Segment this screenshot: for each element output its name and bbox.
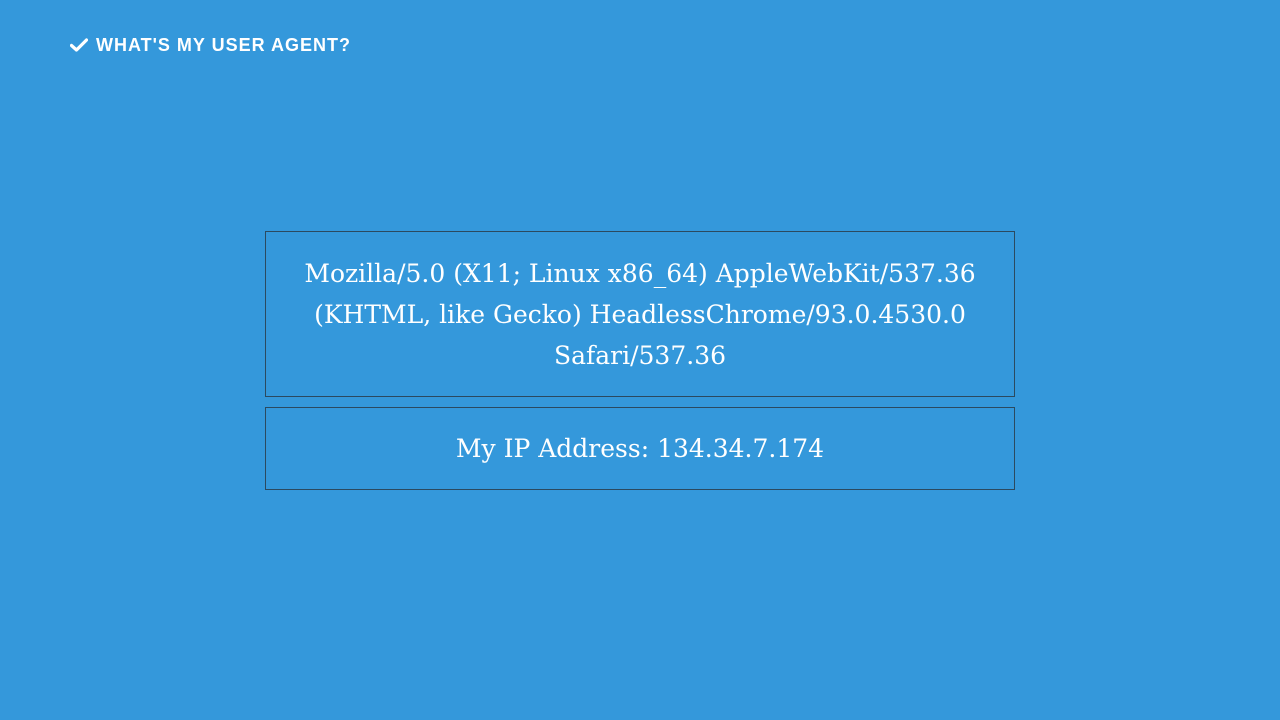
- check-icon: [70, 36, 88, 54]
- ip-address-box: My IP Address: 134.34.7.174: [265, 407, 1015, 490]
- ip-address-text: My IP Address: 134.34.7.174: [455, 434, 825, 463]
- site-header[interactable]: WHAT'S MY USER AGENT?: [70, 33, 351, 57]
- site-title[interactable]: WHAT'S MY USER AGENT?: [96, 33, 351, 57]
- user-agent-box: Mozilla/5.0 (X11; Linux x86_64) AppleWeb…: [265, 231, 1015, 397]
- user-agent-text: Mozilla/5.0 (X11; Linux x86_64) AppleWeb…: [304, 258, 976, 370]
